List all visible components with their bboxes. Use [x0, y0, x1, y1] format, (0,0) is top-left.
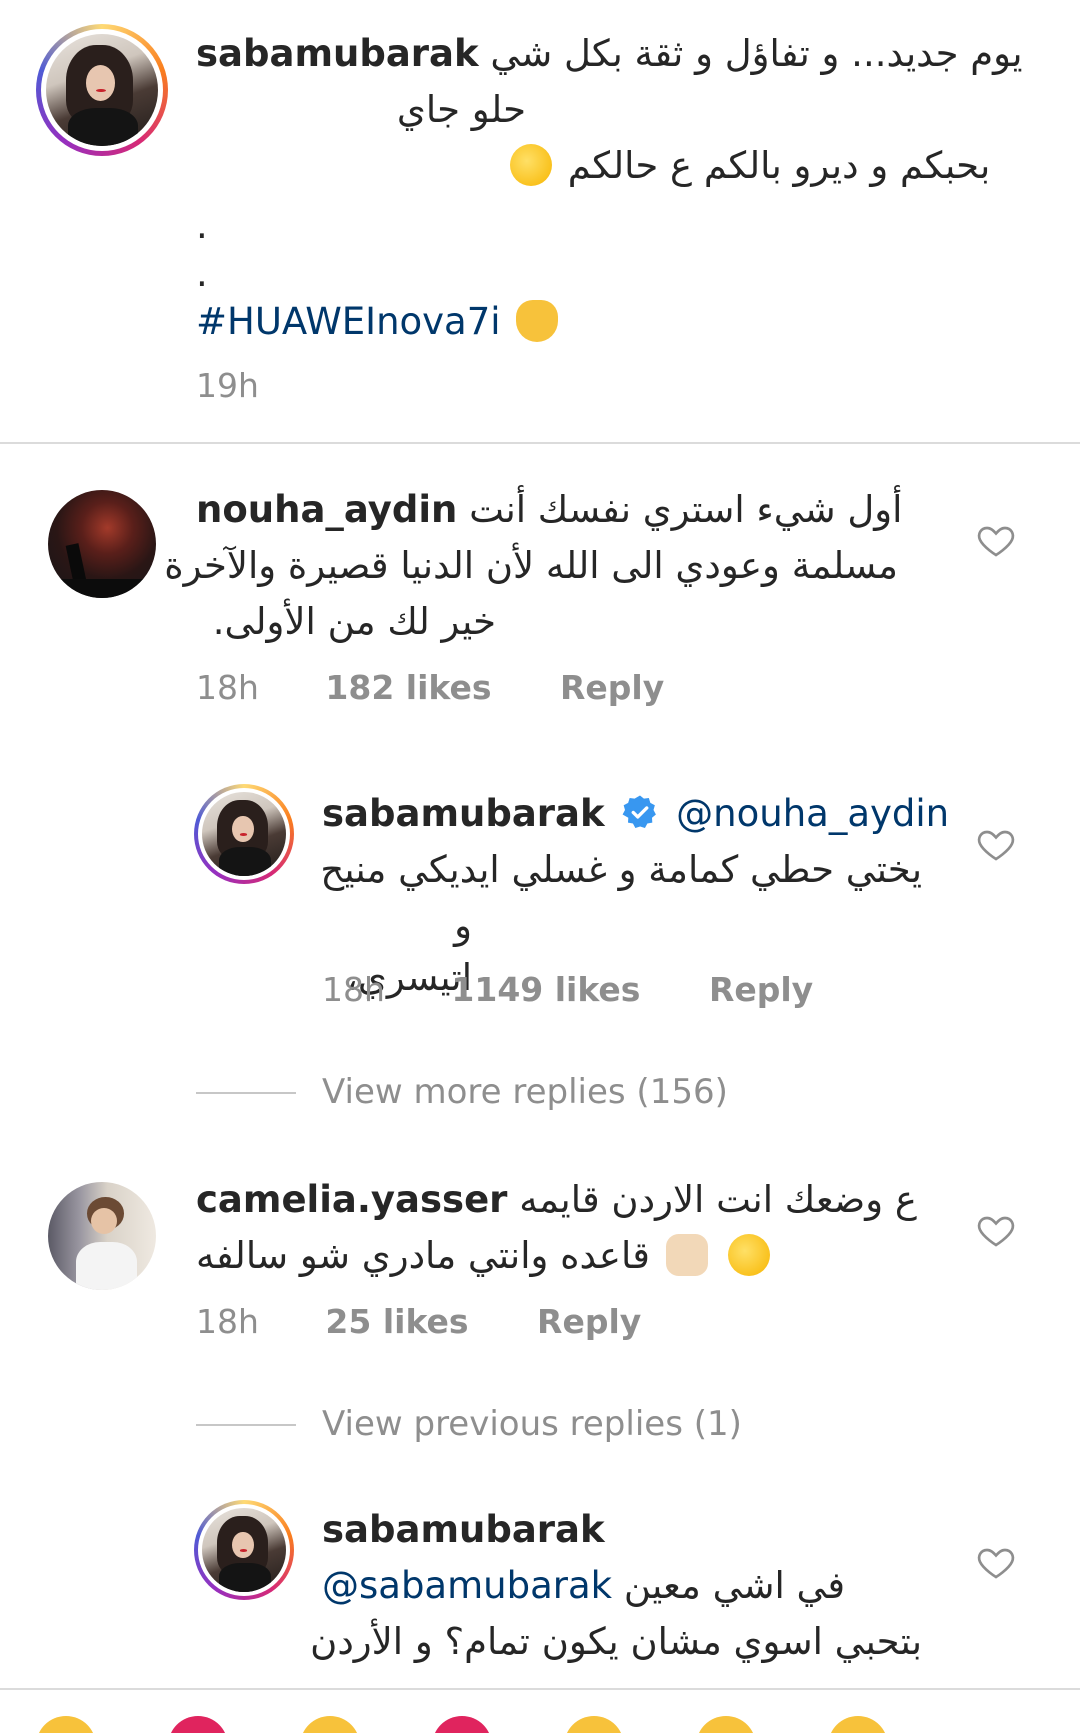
quick-emoji-7[interactable] [828, 1716, 888, 1733]
ok-hand-emoji [516, 300, 559, 342]
caption-hashtag-line: #HUAWEInova7i [196, 296, 562, 348]
kiss-emoji [510, 144, 552, 186]
comment-1-text-2: مسلمة وعودي الى الله لأن الدنيا قصيرة وا… [164, 544, 898, 587]
reply-2-line-1: @sabamubarak في اشي معين [322, 1560, 845, 1612]
comment-2-line-1: camelia.yasser ع وضعك انت الاردن قايمه [196, 1174, 917, 1226]
comment-2-like-icon[interactable] [976, 1210, 1016, 1250]
quick-emoji-5[interactable] [564, 1716, 624, 1733]
caption-dot-1: . [196, 204, 208, 247]
view-previous-divider [196, 1424, 296, 1426]
view-more-replies-button[interactable]: View more replies (156) [322, 1072, 728, 1112]
caption-text-2: حلو جاي [396, 88, 526, 131]
comment-2-line-2: قاعده وانتي مادري شو سالفه [196, 1230, 774, 1282]
reply-1-time: 18h [322, 970, 385, 1009]
reply-2-mention[interactable]: @sabamubarak [322, 1564, 612, 1607]
caption-avatar[interactable] [36, 24, 168, 156]
view-previous-replies-button[interactable]: View previous replies (1) [322, 1404, 742, 1444]
comment-2-time: 18h [196, 1302, 259, 1341]
view-more-divider [196, 1092, 296, 1094]
comment-1-username[interactable]: nouha_aydin [196, 488, 457, 531]
emoji-bar [0, 1690, 1080, 1733]
reply-1-reply-button[interactable]: Reply [709, 970, 813, 1009]
reply-1-likes[interactable]: 1149 likes [451, 970, 640, 1009]
reply-1-avatar[interactable] [194, 784, 294, 884]
reply-2-like-icon[interactable] [976, 1542, 1016, 1582]
quick-emoji-3[interactable] [300, 1716, 360, 1733]
quick-emoji-6[interactable] [696, 1716, 756, 1733]
comment-1-reply-button[interactable]: Reply [560, 668, 664, 707]
comment-2-likes[interactable]: 25 likes [325, 1302, 468, 1341]
comment-avatar-nouha[interactable] [48, 490, 156, 598]
comment-2-meta: 18h 25 likes Reply [196, 1302, 641, 1341]
reply-2-text-2: بتحبي اسوي مشان يكون تمام؟ و الأردن [310, 1620, 922, 1663]
comment-2-username[interactable]: camelia.yasser [196, 1178, 507, 1221]
reply-1-line-1: sabamubarak @nouha_aydin [322, 788, 949, 840]
caption-dot-2: . [196, 252, 208, 295]
comment-1-text-3: خير لك من الأولى. [212, 600, 496, 643]
hashtag-link[interactable]: #HUAWEInova7i [196, 300, 501, 343]
caption-username[interactable]: sabamubarak [196, 32, 479, 75]
comment-avatar-camelia[interactable] [48, 1182, 156, 1290]
reply-1-text-1: يختي حطي كمامة و غسلي ايديكي منيح [320, 848, 922, 891]
comment-2-text-2: قاعده وانتي مادري شو سالفه [196, 1234, 650, 1277]
quick-emoji-2[interactable] [168, 1716, 228, 1733]
caption-time: 19h [196, 366, 259, 405]
reply-1-like-icon[interactable] [976, 824, 1016, 864]
caption-line-3: بحبكم و ديرو بالكم ع حالكم [506, 140, 990, 192]
comment-1-text-1: أول شيء استري نفسك أنت [469, 488, 903, 531]
comment-1-likes[interactable]: 182 likes [325, 668, 491, 707]
thumbs-up-emoji [665, 1234, 708, 1276]
reply-2-username[interactable]: sabamubarak [322, 1504, 605, 1556]
comment-2-text-1: ع وضعك انت الاردن قايمه [519, 1178, 917, 1221]
caption-divider [0, 442, 1080, 444]
reply-1-meta: 18h 1149 likes Reply [322, 970, 813, 1009]
caption-line-1: sabamubarak يوم جديد... و تفاؤل و ثقة بك… [196, 28, 1023, 80]
comment-1-line-1: nouha_aydin أول شيء استري نفسك أنت [196, 484, 996, 536]
reply-2-avatar[interactable] [194, 1500, 294, 1600]
verified-badge-icon [622, 795, 657, 829]
quick-emoji-1[interactable] [36, 1716, 96, 1733]
tears-of-joy-emoji [727, 1234, 770, 1276]
comment-1-time: 18h [196, 668, 259, 707]
quick-emoji-4[interactable] [432, 1716, 492, 1733]
reply-1-username[interactable]: sabamubarak [322, 792, 605, 835]
caption-text-3: بحبكم و ديرو بالكم ع حالكم [567, 144, 991, 187]
caption-text-1: يوم جديد... و تفاؤل و ثقة بكل شي [490, 32, 1023, 75]
reply-2-text-1: في اشي معين [623, 1564, 846, 1607]
reply-1-mention[interactable]: @nouha_aydin [676, 792, 949, 835]
comment-1-meta: 18h 182 likes Reply [196, 668, 664, 707]
comment-1-like-icon[interactable] [976, 520, 1016, 560]
comment-2-reply-button[interactable]: Reply [537, 1302, 641, 1341]
